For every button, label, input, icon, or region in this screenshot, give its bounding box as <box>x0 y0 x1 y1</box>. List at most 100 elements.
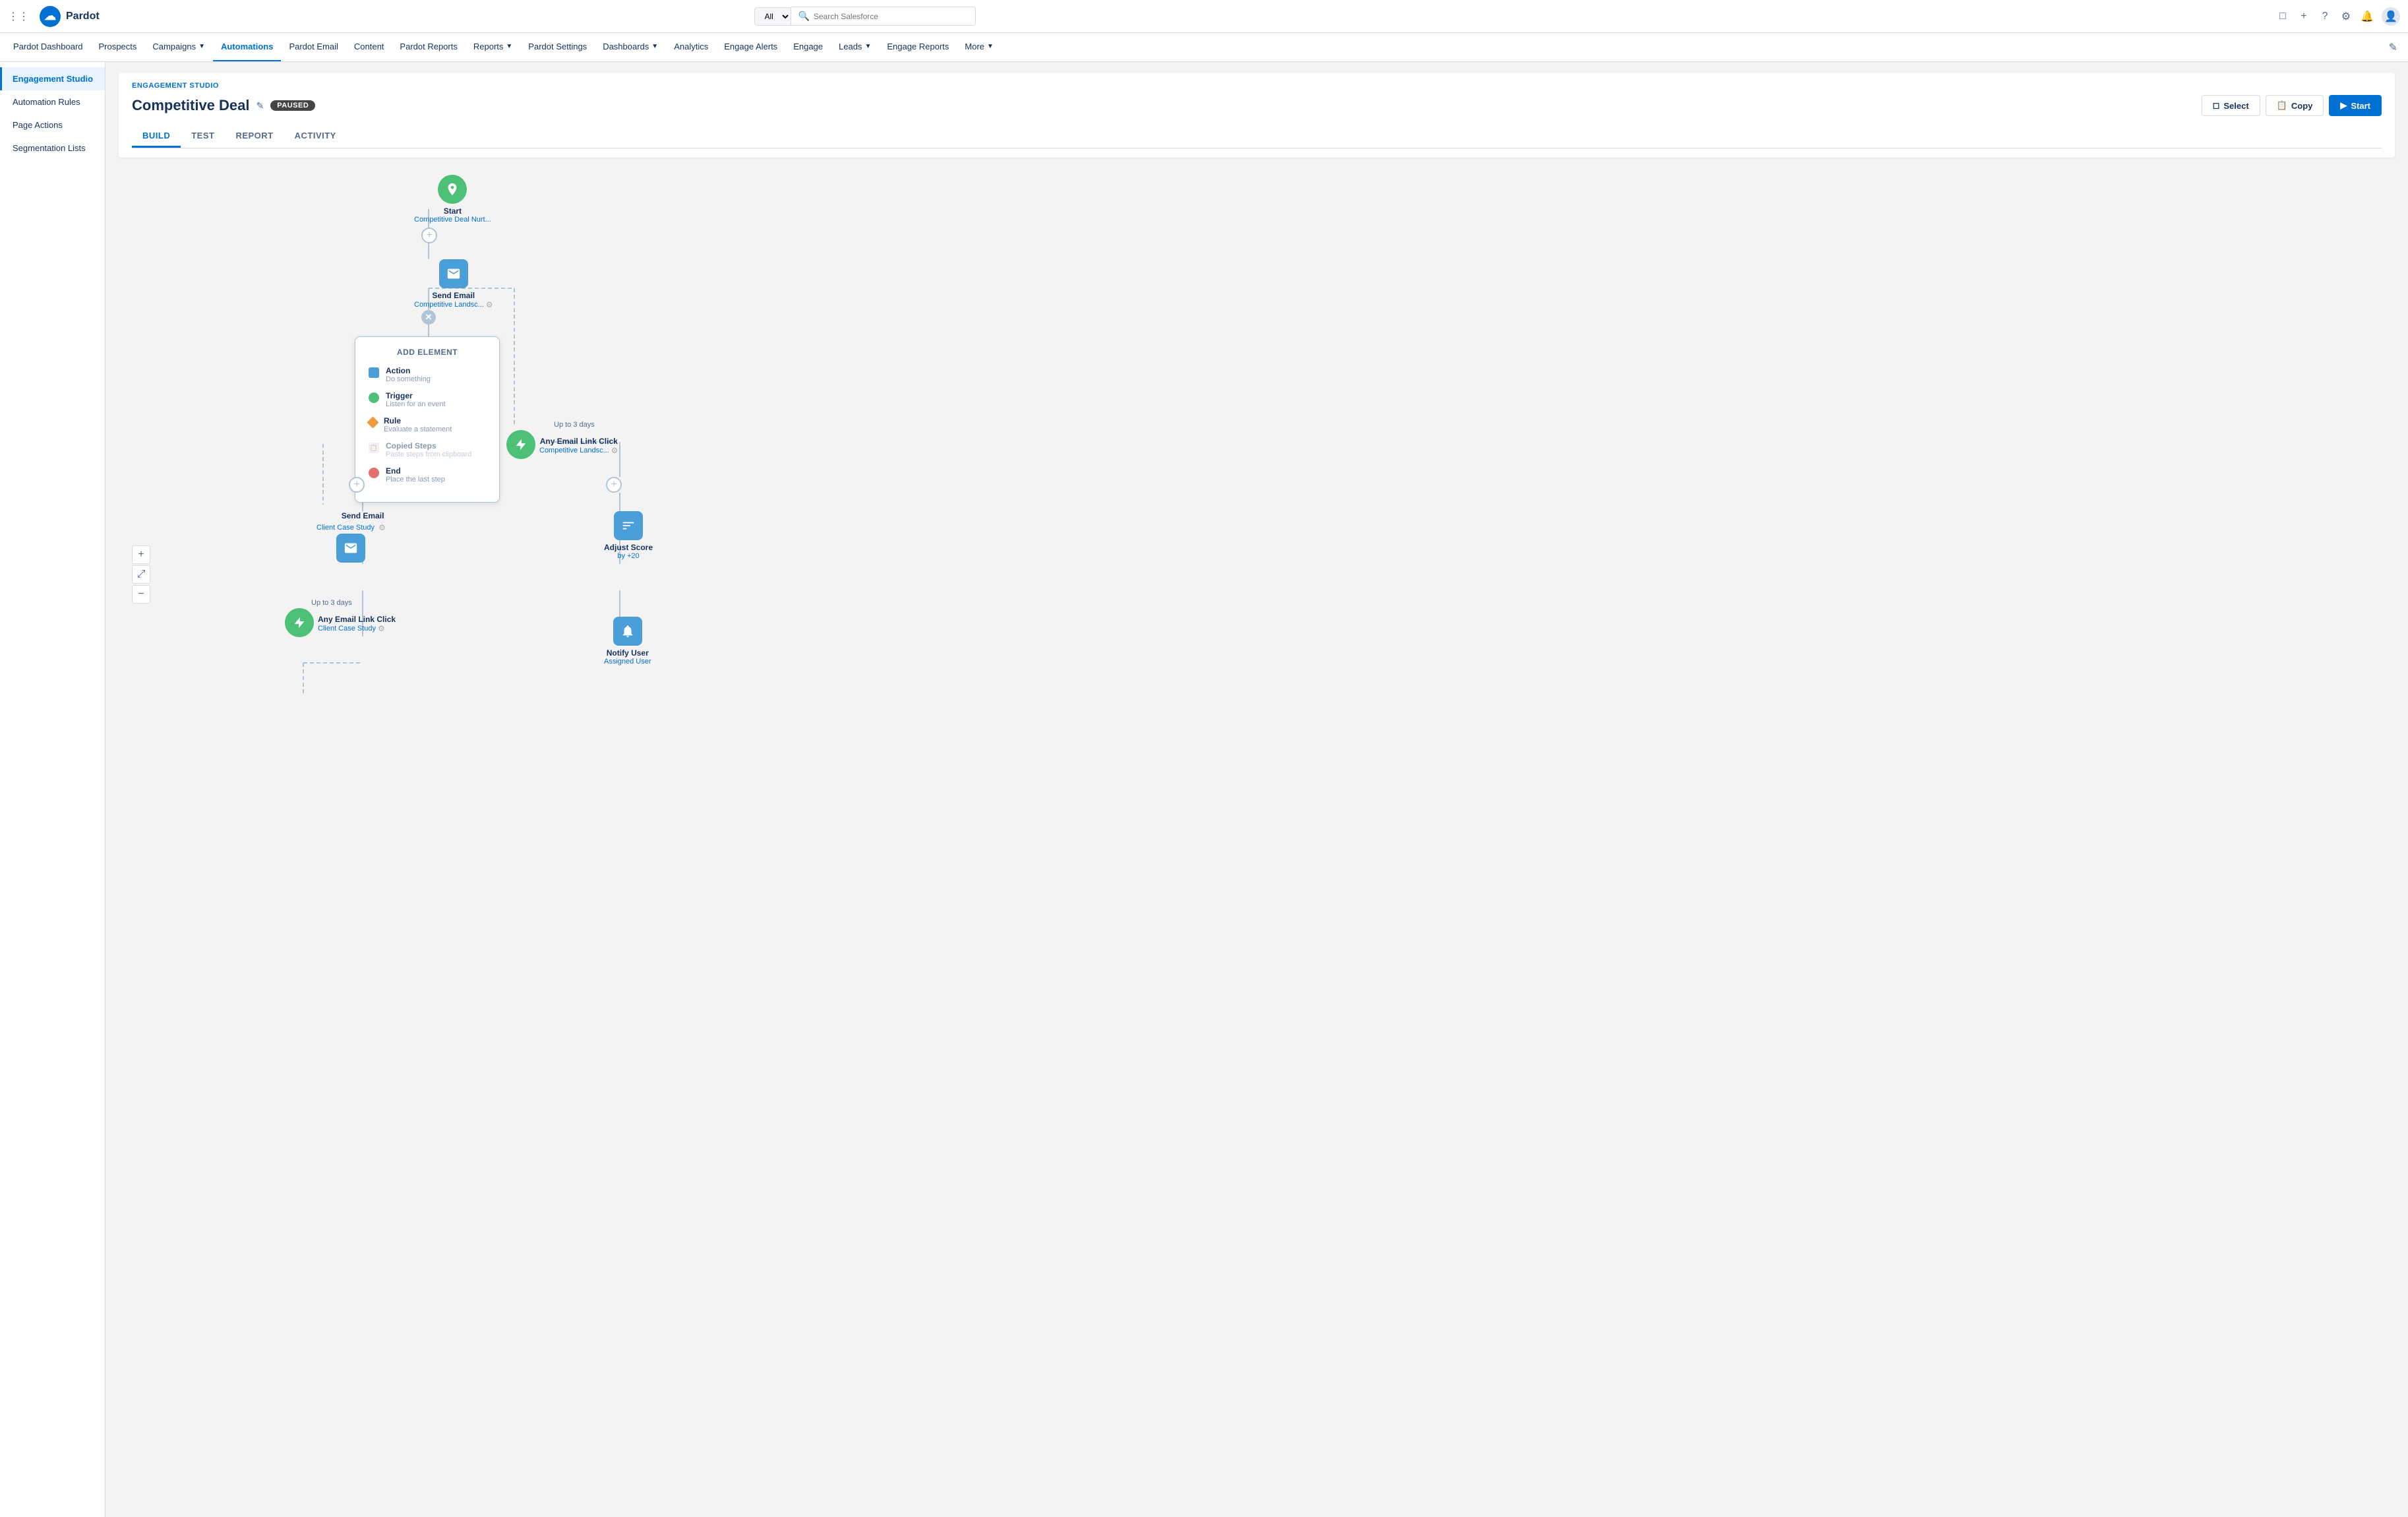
send-email-label-1: Send Email <box>432 291 475 300</box>
settings-icon[interactable]: ⚙ <box>2339 10 2353 23</box>
page-title-area: Competitive Deal ✎ PAUSED <box>132 97 315 114</box>
salesforce-logo[interactable]: ☁ <box>40 6 61 27</box>
start-button[interactable]: ▶ Start <box>2329 95 2382 116</box>
user-avatar[interactable]: 👤 <box>2382 7 2400 26</box>
breadcrumb: ENGAGEMENT STUDIO <box>132 82 2382 90</box>
add-element-title: ADD ELEMENT <box>369 348 486 357</box>
select-button[interactable]: ◻ Select <box>2202 95 2260 116</box>
grid-icon[interactable]: ⋮⋮ <box>8 10 29 23</box>
nav-pardot-email[interactable]: Pardot Email <box>281 33 346 61</box>
bell-icon[interactable]: 🔔 <box>2361 10 2374 23</box>
nav-prospects[interactable]: Prospects <box>91 33 145 61</box>
search-input[interactable] <box>814 12 969 21</box>
trigger2-labels: Any Email Link Click Client Case Study ⚙ <box>318 612 396 633</box>
notify-user-node[interactable]: Notify User Assigned User <box>604 617 651 666</box>
plus-connector-send-email-2[interactable]: + <box>349 477 365 493</box>
start-sublabel: Competitive Deal Nurt... <box>414 216 491 224</box>
tab-test[interactable]: TEST <box>181 125 225 148</box>
zoom-controls: + ⤢ − <box>132 545 150 604</box>
nav-engage-alerts[interactable]: Engage Alerts <box>716 33 785 61</box>
sidebar-item-segmentation-lists[interactable]: Segmentation Lists <box>0 137 105 160</box>
nav-campaigns[interactable]: Campaigns ▼ <box>144 33 213 61</box>
add-element-action[interactable]: Action Do something <box>369 366 486 383</box>
nav-pardot-reports[interactable]: Pardot Reports <box>392 33 465 61</box>
zoom-fit-button[interactable]: ⤢ <box>132 565 150 584</box>
nav-more[interactable]: More ▼ <box>957 33 1002 61</box>
start-node[interactable]: Start Competitive Deal Nurt... <box>414 175 491 224</box>
nav-engage-reports[interactable]: Engage Reports <box>879 33 957 61</box>
adjust-score-node[interactable]: Adjust Score by +20 <box>604 511 653 560</box>
trigger-node-2-area: Up to 3 days Any Email Link Click Client… <box>285 597 396 637</box>
tab-build[interactable]: BUILD <box>132 125 181 148</box>
send-email-sublabel-1: Competitive Landsc... ⚙ <box>414 300 493 309</box>
settings-node-icon[interactable]: ⚙ <box>486 300 493 309</box>
nav-content[interactable]: Content <box>346 33 392 61</box>
trigger1-labels: Any Email Link Click Competitive Landsc.… <box>539 434 618 455</box>
nav-analytics[interactable]: Analytics <box>666 33 716 61</box>
add-element-end[interactable]: End Place the last step <box>369 466 486 483</box>
nav-leads[interactable]: Leads ▼ <box>831 33 879 61</box>
sidebar-item-automation-rules[interactable]: Automation Rules <box>0 90 105 113</box>
grid-apps-icon[interactable]: □ <box>2276 10 2289 23</box>
nav-dashboards[interactable]: Dashboards ▼ <box>595 33 666 61</box>
chevron-down-icon: ▼ <box>506 43 512 50</box>
trigger1-settings-icon[interactable]: ⚙ <box>611 446 618 455</box>
flow-container: Start Competitive Deal Nurt... + Send Em… <box>119 168 2395 630</box>
search-icon: 🔍 <box>798 11 809 22</box>
plus-icon[interactable]: + <box>2297 10 2310 23</box>
notify-user-icon <box>613 617 642 646</box>
main-layout: Engagement Studio Automation Rules Page … <box>0 62 2408 1517</box>
page-header: ENGAGEMENT STUDIO Competitive Deal ✎ PAU… <box>119 73 2395 158</box>
trigger-text: Trigger Listen for an event <box>386 391 446 408</box>
add-element-rule[interactable]: Rule Evaluate a statement <box>369 416 486 433</box>
chevron-down-icon: ▼ <box>198 43 205 50</box>
sidebar-item-page-actions[interactable]: Page Actions <box>0 113 105 137</box>
trigger2-icon[interactable] <box>285 608 314 637</box>
start-label: Start <box>444 206 462 216</box>
rule-text: Rule Evaluate a statement <box>384 416 452 433</box>
search-type-select[interactable]: All <box>754 7 791 26</box>
notify-user-sublabel: Assigned User <box>604 658 651 666</box>
nav-pardot-settings[interactable]: Pardot Settings <box>520 33 595 61</box>
help-icon[interactable]: ? <box>2318 10 2332 23</box>
tab-report[interactable]: REPORT <box>225 125 284 148</box>
action-text: Action Do something <box>386 366 431 383</box>
copied-dot: 📋 <box>369 443 379 453</box>
chevron-down-icon: ▼ <box>651 43 658 50</box>
zoom-out-button[interactable]: − <box>132 585 150 604</box>
sidebar-item-engagement-studio[interactable]: Engagement Studio <box>0 67 105 90</box>
adjust-score-icon <box>614 511 643 540</box>
plus-connector-1[interactable]: + <box>421 228 437 243</box>
page-title: Competitive Deal <box>132 97 250 114</box>
zoom-in-button[interactable]: + <box>132 545 150 564</box>
trigger1-icon[interactable] <box>506 430 535 459</box>
nav-automations[interactable]: Automations <box>213 33 281 61</box>
top-navigation: ⋮⋮ ☁ Pardot All 🔍 □ + ? ⚙ 🔔 👤 <box>0 0 2408 33</box>
app-name: Pardot <box>66 11 100 22</box>
nav-pardot-dashboard[interactable]: Pardot Dashboard <box>5 33 91 61</box>
page-title-edit-icon[interactable]: ✎ <box>256 100 264 111</box>
chevron-down-icon: ▼ <box>864 43 871 50</box>
nav-reports[interactable]: Reports ▼ <box>466 33 520 61</box>
nav-engage[interactable]: Engage <box>785 33 831 61</box>
add-element-trigger[interactable]: Trigger Listen for an event <box>369 391 486 408</box>
add-element-copied[interactable]: 📋 Copied Steps Paste steps from clipboar… <box>369 441 486 458</box>
trigger2-settings-icon[interactable]: ⚙ <box>378 624 385 633</box>
rule-dot <box>367 416 378 428</box>
close-add-element-button[interactable]: ✕ <box>421 310 436 325</box>
canvas-area: Start Competitive Deal Nurt... + Send Em… <box>119 168 2395 630</box>
start-icon <box>438 175 467 204</box>
header-actions: ◻ Select 📋 Copy ▶ Start <box>2202 95 2382 116</box>
send-email-node-1[interactable]: Send Email Competitive Landsc... ⚙ <box>414 259 493 309</box>
sidebar: Engagement Studio Automation Rules Page … <box>0 62 105 1517</box>
edit-nav-icon[interactable]: ✎ <box>2389 41 2397 54</box>
send-email-2-settings-icon[interactable]: ⚙ <box>378 523 386 532</box>
search-input-wrap: 🔍 <box>791 7 976 26</box>
end-dot <box>369 468 379 478</box>
paused-badge: PAUSED <box>270 100 315 111</box>
send-email-node-2[interactable]: Send Email Client Case Study ⚙ <box>316 511 386 563</box>
copy-button[interactable]: 📋 Copy <box>2266 95 2324 116</box>
tab-activity[interactable]: ACTIVITY <box>284 125 347 148</box>
copy-icon: 📋 <box>2277 100 2287 111</box>
plus-connector-adjust-score[interactable]: + <box>606 477 622 493</box>
